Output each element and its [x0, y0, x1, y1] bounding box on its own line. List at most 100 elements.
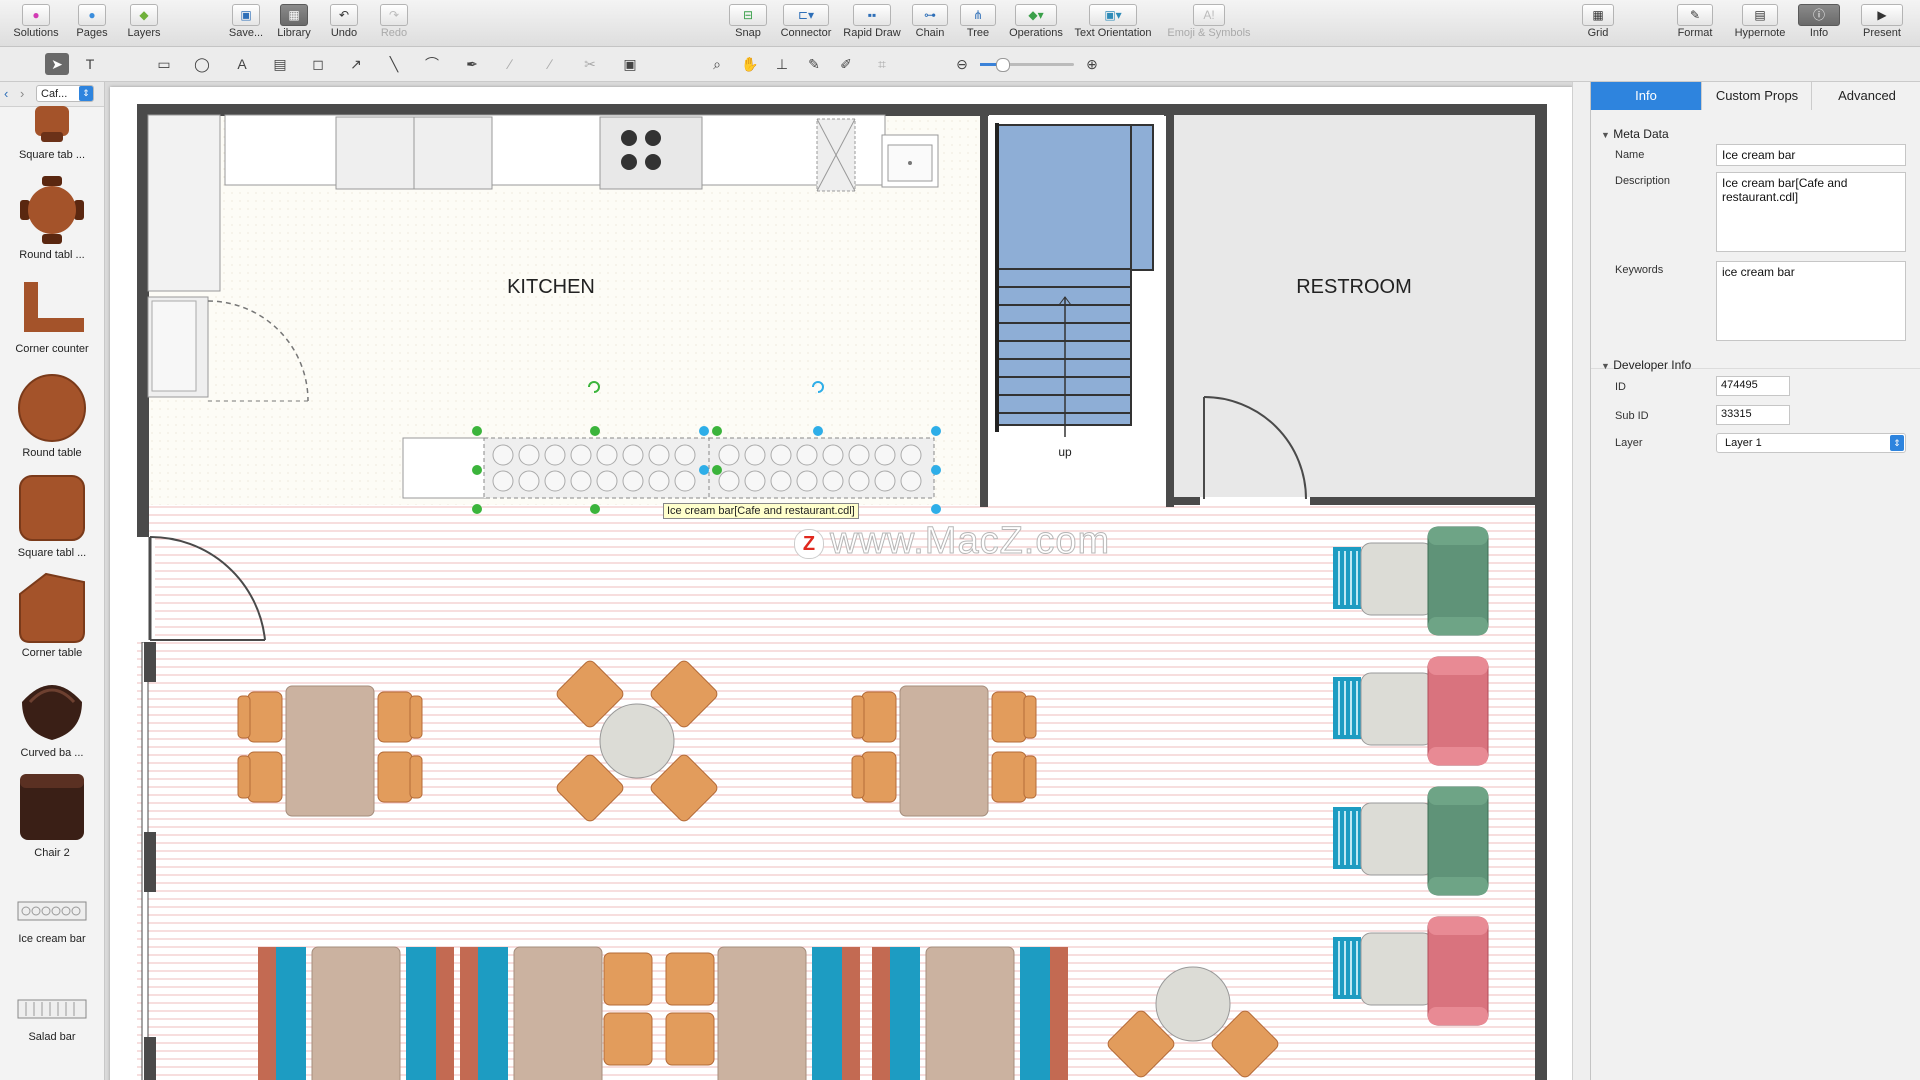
rapid-draw-button[interactable]: ▪▪ Rapid Draw: [840, 2, 904, 44]
vertical-scrollbar[interactable]: [1572, 82, 1591, 1080]
pen-tool-icon[interactable]: ✒: [460, 53, 484, 75]
subid-field[interactable]: 33315: [1716, 405, 1790, 425]
layers-label: Layers: [127, 27, 161, 39]
tab-advanced[interactable]: Advanced: [1811, 82, 1920, 110]
scissors-tool-icon[interactable]: ✂: [578, 53, 602, 75]
info-label: Info: [1809, 27, 1829, 39]
name-label: Name: [1615, 149, 1645, 161]
format-painter-icon[interactable]: ✐: [834, 53, 858, 75]
layer-chevron-icon: ⇕: [1890, 435, 1904, 451]
name-field[interactable]: Ice cream bar: [1716, 144, 1906, 166]
select-tool-icon[interactable]: ➤: [45, 53, 69, 75]
round-table-chairs-icon: [20, 176, 84, 244]
chain-button[interactable]: ⊶ Chain: [910, 2, 950, 44]
format-icon: ✎: [1677, 4, 1713, 26]
freehand-tool-icon[interactable]: ∕: [538, 53, 562, 75]
text-orientation-icon: ▣▾: [1089, 4, 1137, 26]
description-field[interactable]: Ice cream bar[Cafe and restaurant.cdl]: [1716, 172, 1906, 252]
developer-info-section[interactable]: ▼ Developer Info: [1601, 358, 1691, 372]
tree-button[interactable]: ⋔ Tree: [958, 2, 998, 44]
hand-tool-icon[interactable]: ✋: [738, 53, 762, 75]
library-selector-value: Caf...: [41, 88, 68, 100]
rapid-draw-icon: ▪▪: [853, 4, 891, 26]
hypernote-icon: ▤: [1742, 4, 1778, 26]
format-button[interactable]: ✎ Format: [1672, 2, 1718, 44]
layers-button[interactable]: ◆ Layers: [122, 2, 166, 44]
line-tool-icon[interactable]: ╲: [382, 53, 406, 75]
library-item-square-table[interactable]: Square tabl ...: [0, 472, 104, 559]
drawing-canvas[interactable]: KITCHEN up RESTROOM Ice cream bar[Cafe a…: [105, 82, 1590, 1080]
rectangle-tool-icon[interactable]: ▭: [152, 53, 176, 75]
library-button[interactable]: ▦ Library: [272, 2, 316, 44]
bezier-tool-icon[interactable]: ∕: [498, 53, 522, 75]
meta-data-section[interactable]: ▼ Meta Data: [1601, 127, 1669, 141]
library-item-chair-2[interactable]: Chair 2: [0, 772, 104, 859]
description-label: Description: [1615, 175, 1671, 187]
undo-button[interactable]: ↶ Undo: [324, 2, 364, 44]
text-orientation-button[interactable]: ▣▾ Text Orientation: [1070, 2, 1156, 44]
tab-custom-props[interactable]: Custom Props: [1701, 82, 1812, 110]
library-item-curved-bar[interactable]: Curved ba ...: [0, 672, 104, 759]
stamp-tool-icon[interactable]: ⊥: [770, 53, 794, 75]
library-item-corner-counter[interactable]: Corner counter: [0, 274, 104, 355]
crop-tool-icon[interactable]: ⌗: [870, 53, 894, 75]
pages-button[interactable]: ● Pages: [72, 2, 112, 44]
rapid-draw-label: Rapid Draw: [843, 27, 901, 39]
emoji-symbols-button[interactable]: A! Emoji & Symbols: [1160, 2, 1258, 44]
floor-plan[interactable]: KITCHEN up RESTROOM: [110, 87, 1573, 1080]
library-item-salad-bar[interactable]: Salad bar: [0, 988, 104, 1043]
ellipse-tool-icon[interactable]: ◯: [190, 53, 214, 75]
id-field[interactable]: 474495: [1716, 376, 1790, 396]
zoom-slider-handle[interactable]: [996, 58, 1010, 72]
top-wall: [137, 104, 1547, 116]
solutions-button[interactable]: ● Solutions: [10, 2, 62, 44]
library-item-ice-cream-bar[interactable]: Ice cream bar: [0, 890, 104, 945]
library-item-round-table-chairs[interactable]: Round tabl ...: [0, 174, 104, 261]
disclosure-triangle-icon: ▼: [1601, 361, 1610, 371]
callout-tool-icon[interactable]: ◻: [306, 53, 330, 75]
present-button[interactable]: ▶ Present: [1856, 2, 1908, 44]
snap-button[interactable]: ⊟ Snap: [726, 2, 770, 44]
arc-tool-icon[interactable]: ⌒: [420, 53, 444, 75]
text-tool-icon[interactable]: A: [230, 53, 254, 75]
ice-cream-bar-left[interactable]: [483, 437, 710, 499]
connector-button[interactable]: ⊏▾ Connector: [776, 2, 836, 44]
forward-arrow-icon[interactable]: ›: [20, 86, 24, 101]
zoom-in-icon[interactable]: ⊕: [1080, 53, 1104, 75]
library-selector[interactable]: Caf... ⇕: [36, 85, 94, 102]
library-item-label: Square tabl ...: [17, 547, 87, 559]
back-arrow-icon[interactable]: ‹: [4, 86, 8, 101]
layers-icon: ◆: [130, 4, 158, 26]
info-button[interactable]: ⓘ Info: [1796, 2, 1842, 44]
container-tool-icon[interactable]: ▣: [618, 53, 642, 75]
library-item-corner-table[interactable]: Corner table: [0, 572, 104, 659]
zoom-out-icon[interactable]: ⊖: [950, 53, 974, 75]
stairs[interactable]: [996, 124, 1132, 426]
eyedropper-tool-icon[interactable]: ✎: [802, 53, 826, 75]
connector-icon: ⊏▾: [783, 4, 829, 26]
text-orientation-label: Text Orientation: [1074, 27, 1152, 39]
zoom-tool-icon[interactable]: ⌕: [705, 53, 729, 75]
library-item-square-table-partial[interactable]: Square tab ...: [0, 106, 104, 161]
drawing-toolbar: ➤ T ▭ ◯ A ▤ ◻ ↗ ╲ ⌒ ✒ ∕ ∕ ✂ ▣ ⌕ ✋ ⊥ ✎ ✐ …: [0, 47, 1920, 82]
id-label: ID: [1615, 381, 1626, 393]
chain-label: Chain: [915, 27, 945, 39]
text-select-tool-icon[interactable]: T: [78, 53, 102, 75]
zoom-slider[interactable]: [980, 58, 1074, 72]
tab-info[interactable]: Info: [1591, 82, 1701, 110]
hypernote-button[interactable]: ▤ Hypernote: [1730, 2, 1790, 44]
grid-icon: ▦: [1582, 4, 1614, 26]
ice-cream-bar-right[interactable]: [708, 437, 935, 499]
grid-button[interactable]: ▦ Grid: [1578, 2, 1618, 44]
library-item-round-table[interactable]: Round table: [0, 372, 104, 459]
floor-plan-page[interactable]: KITCHEN up RESTROOM Ice cream bar[Cafe a…: [110, 87, 1573, 1080]
redo-button[interactable]: ↷ Redo: [374, 2, 414, 44]
kitchen-label: KITCHEN: [507, 276, 595, 298]
operations-button[interactable]: ◆▾ Operations: [1005, 2, 1067, 44]
arrow-tool-icon[interactable]: ↗: [344, 53, 368, 75]
textbox-tool-icon[interactable]: ▤: [268, 53, 292, 75]
library-item-label: Round tabl ...: [19, 249, 85, 261]
layer-select[interactable]: Layer 1 ⇕: [1716, 433, 1906, 453]
keywords-field[interactable]: ice cream bar: [1716, 261, 1906, 341]
save-button[interactable]: ▣ Save...: [224, 2, 268, 44]
